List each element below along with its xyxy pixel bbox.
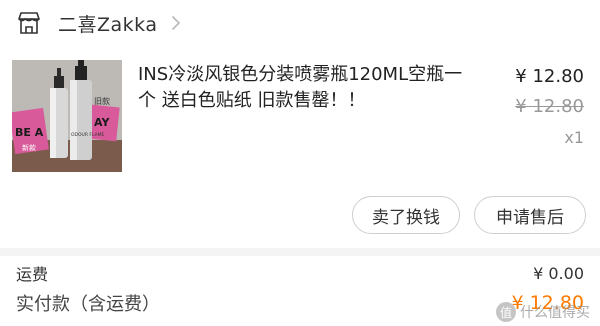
shipping-row: 运费 ¥ 0.00 — [16, 262, 584, 285]
paid-label: 实付款（含运费） — [16, 294, 160, 315]
request-after-sale-button[interactable]: 申请售后 — [474, 196, 586, 234]
sell-for-cash-button[interactable]: 卖了换钱 — [352, 196, 460, 234]
original-price: ¥ 12.80 — [515, 96, 584, 117]
chevron-right-icon[interactable] — [169, 13, 183, 33]
sticker-left-sub: 新款 — [22, 143, 36, 152]
sticker-right-text: AY — [94, 116, 110, 129]
sticker-left-text: BE A — [15, 126, 44, 139]
watermark-logo-icon: 值 — [496, 302, 516, 322]
old-label-text: 旧款 — [94, 96, 110, 106]
product-price: ¥ 12.80 — [515, 66, 584, 87]
shop-name[interactable]: 二喜Zakka — [58, 10, 157, 37]
shipping-label: 运费 — [16, 265, 49, 284]
shipping-value: ¥ 0.00 — [533, 263, 584, 283]
product-title[interactable]: INS冷淡风银色分装喷雾瓶120ML空瓶一个 送白色贴纸 旧款售罄！！ — [138, 62, 470, 114]
product-photo: BE A 新款 AY 旧款 ODOUR FLAME — [12, 60, 122, 172]
shop-icon — [18, 12, 40, 34]
bottle-label: ODOUR FLAME — [71, 132, 105, 138]
shop-header[interactable]: 二喜Zakka — [0, 0, 600, 46]
quantity: x1 — [564, 128, 584, 147]
watermark-text: 什么值得买 — [520, 305, 590, 321]
section-divider — [0, 248, 600, 256]
product-thumbnail[interactable]: BE A 新款 AY 旧款 ODOUR FLAME — [12, 60, 122, 172]
watermark: 值 什么值得买 — [496, 302, 590, 322]
product-row[interactable]: BE A 新款 AY 旧款 ODOUR FLAME INS冷淡风银色分装喷雾瓶1… — [0, 60, 600, 180]
